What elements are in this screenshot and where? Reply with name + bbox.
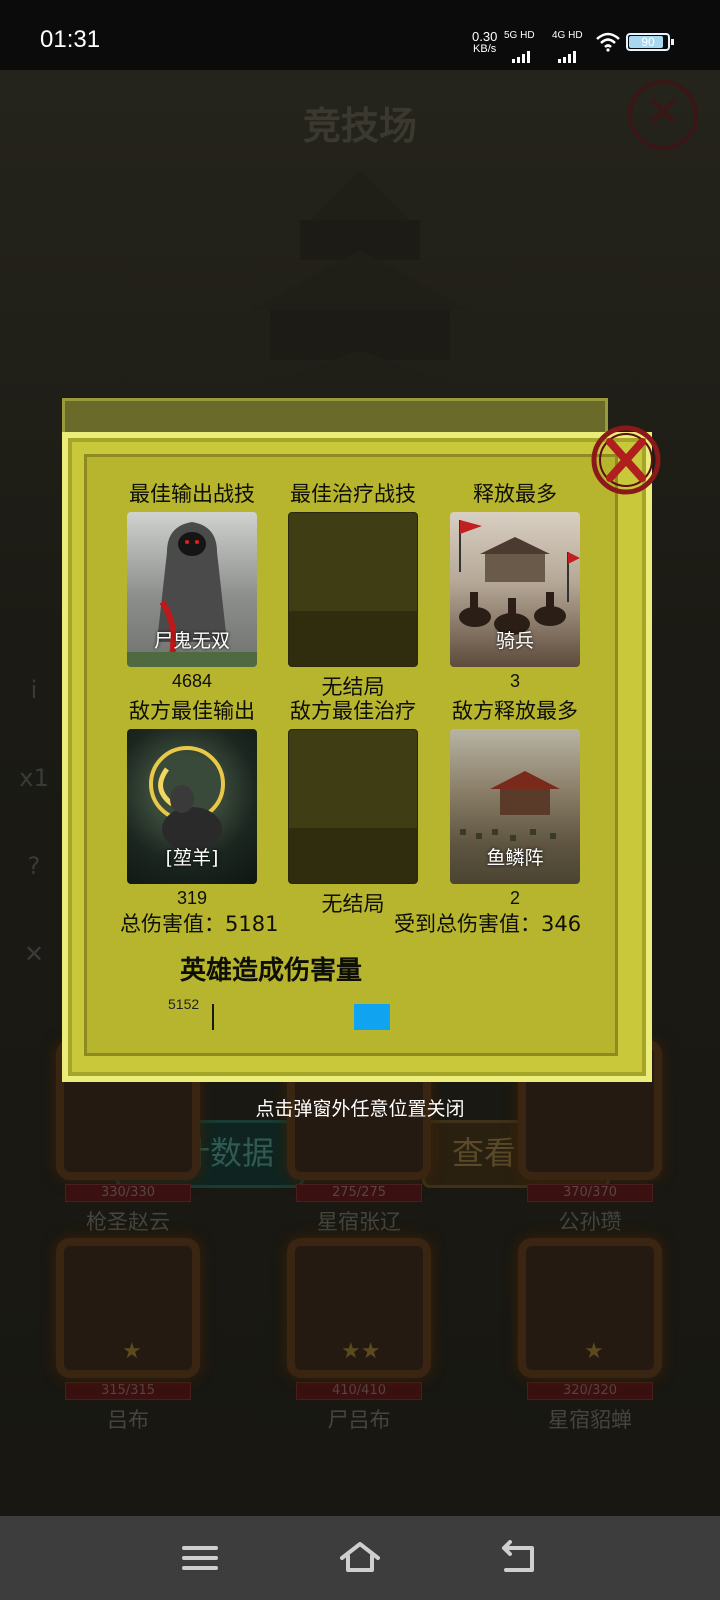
hero-name: 星宿貂蝉 xyxy=(548,1408,632,1432)
stat-enemy-best-heal: 敌方最佳治疗 无结局 xyxy=(283,695,423,918)
skill-name: [堃羊] xyxy=(165,847,219,869)
stat-label: 敌方最佳治疗 xyxy=(290,699,416,723)
close-hint: 点击弹窗外任意位置关闭 xyxy=(255,1098,465,1120)
stat-enemy-best-damage: 敌方最佳输出 [堃羊] 319 xyxy=(122,695,262,909)
chart-axis-value: 5152 xyxy=(168,996,200,1012)
status-bar: 01:31 0.30 KB/s 5G HD 4G HD 90 xyxy=(0,0,720,70)
empty-card xyxy=(288,512,418,667)
navigation-bar xyxy=(0,1516,720,1600)
hero-hp: 320/320 xyxy=(527,1382,653,1400)
hero-card: ★ 320/320 星宿貂蝉 xyxy=(518,1238,662,1434)
hero-hp: 275/275 xyxy=(296,1184,422,1202)
chart-bar xyxy=(354,1004,390,1030)
skill-name: 尸鬼无双 xyxy=(153,630,230,652)
stat-value: 3 xyxy=(509,671,520,691)
empty-card xyxy=(288,729,418,884)
hero-name: 枪圣赵云 xyxy=(86,1210,170,1234)
arena-close-button[interactable]: ✕ xyxy=(628,80,698,150)
stat-best-heal-skill: 最佳治疗战技 无结局 xyxy=(283,478,423,701)
sim1-signal-icon xyxy=(512,44,532,63)
hero-hp: 330/330 xyxy=(65,1184,191,1202)
stat-value: 4684 xyxy=(171,671,213,691)
skill-card: [堃羊] xyxy=(127,729,257,884)
arena-title: 竞技场 xyxy=(302,104,417,148)
hero-name: 尸吕布 xyxy=(327,1408,391,1432)
skill-name: 鱼鳞阵 xyxy=(486,847,544,869)
sim2-label: 4G HD xyxy=(552,30,583,41)
chart-axis xyxy=(212,1004,214,1030)
hero-hp: 370/370 xyxy=(527,1184,653,1202)
skill-name: 骑兵 xyxy=(495,630,534,652)
menu-icon[interactable] xyxy=(176,1536,224,1580)
star-icon: ★ xyxy=(584,1339,604,1364)
total-damage: 总伤害值：5181 xyxy=(120,912,279,936)
network-speed-unit: KB/s xyxy=(473,43,497,55)
stat-best-damage-skill: 最佳输出战技 尸鬼无双 4684 xyxy=(122,478,262,692)
hero-portrait: ★★ xyxy=(287,1238,431,1378)
sim1-label: 5G HD xyxy=(504,30,535,41)
info-icon[interactable]: i xyxy=(14,660,54,720)
stat-label: 敌方释放最多 xyxy=(452,699,578,723)
skill-card: 鱼鳞阵 xyxy=(450,729,580,884)
hero-name: 公孙瓒 xyxy=(558,1210,622,1234)
network-speed-value: 0.30 xyxy=(472,29,498,44)
star-icon: ★★ xyxy=(341,1339,381,1364)
hero-name: 星宿张辽 xyxy=(317,1210,401,1234)
stat-label: 最佳输出战技 xyxy=(129,482,255,506)
hero-portrait: ★ xyxy=(56,1238,200,1378)
stat-value: 2 xyxy=(509,888,520,908)
wifi-icon xyxy=(596,32,620,52)
hero-hp: 410/410 xyxy=(296,1382,422,1400)
speed-icon[interactable]: x1 xyxy=(14,748,54,808)
home-icon[interactable] xyxy=(336,1536,384,1580)
help-icon[interactable]: ? xyxy=(14,836,54,896)
popup-close-icon[interactable] xyxy=(586,420,666,500)
hero-damage-chart-title: 英雄造成伤害量 xyxy=(180,956,363,986)
skill-card: 尸鬼无双 xyxy=(127,512,257,667)
star-icon: ★ xyxy=(122,1339,142,1364)
clock: 01:31 xyxy=(40,26,101,53)
stat-label: 最佳治疗战技 xyxy=(290,482,416,506)
hero-name: 吕布 xyxy=(107,1408,149,1432)
received-damage: 受到总伤害值：346 xyxy=(394,912,582,936)
hero-hp: 315/315 xyxy=(65,1382,191,1400)
skill-card: 骑兵 xyxy=(450,512,580,667)
network-speed: 0.30 KB/s xyxy=(472,30,497,56)
battery-level: 90 xyxy=(641,35,655,49)
stat-value: 319 xyxy=(176,888,208,908)
battery-icon: 90 xyxy=(626,33,674,51)
stat-label: 释放最多 xyxy=(473,482,557,506)
stat-enemy-most-released: 敌方释放最多 鱼鳞阵 2 xyxy=(445,695,585,909)
hero-card: ★★ 410/410 尸吕布 xyxy=(287,1238,431,1434)
stat-label: 敌方最佳输出 xyxy=(129,699,255,723)
stat-most-released: 释放最多 骑兵 3 xyxy=(445,478,585,692)
hero-portrait: ★ xyxy=(518,1238,662,1378)
back-icon[interactable] xyxy=(496,1536,544,1580)
hero-card: ★ 315/315 吕布 xyxy=(56,1238,200,1434)
sim2-signal-icon xyxy=(558,44,578,63)
swords-icon[interactable]: ✕ xyxy=(14,924,54,984)
